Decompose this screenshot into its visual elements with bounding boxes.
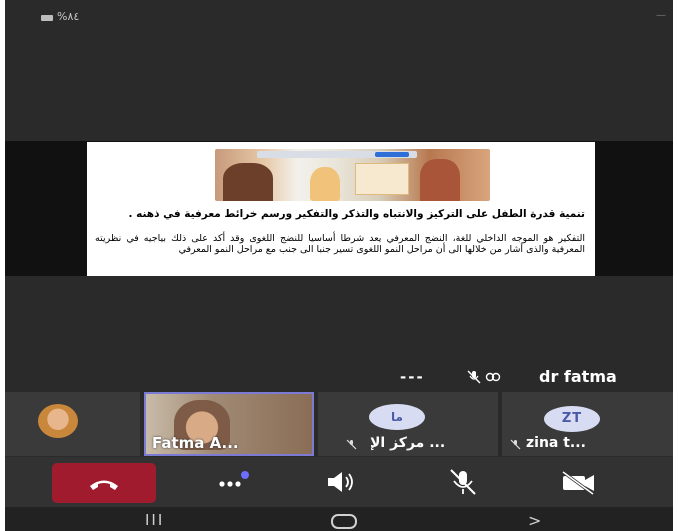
battery-percentage: %٨٤ — [57, 10, 80, 23]
participant-tile[interactable] — [5, 392, 140, 456]
mic-muted-icon — [346, 439, 357, 450]
camera-toggle-button[interactable] — [557, 467, 601, 497]
mic-muted-icon — [510, 439, 521, 450]
participant-initials: ZT — [544, 406, 600, 432]
participant-strip: Fatma A... ما مركز الإ ... ZT zina t... — [5, 392, 673, 456]
mic-muted-icon — [450, 469, 476, 495]
phone-screen: %٨٤ — تنمية قدرة الطفل على التركيز والان… — [5, 0, 673, 531]
recent-apps-button[interactable]: III — [145, 511, 164, 529]
classroom-photo — [215, 149, 490, 201]
participant-tile-video[interactable]: Fatma A... — [144, 392, 314, 456]
status-indicator: — — [656, 10, 666, 21]
speaker-status-dots: --- — [400, 368, 425, 386]
participant-name: Fatma A... — [152, 434, 239, 452]
speaker-button[interactable] — [320, 467, 364, 497]
camera-off-icon — [485, 372, 501, 382]
parent-figure — [420, 159, 460, 201]
more-options-icon — [219, 471, 249, 487]
stop-sharing-button — [375, 152, 409, 157]
participant-tile[interactable]: ما مركز الإ ... — [318, 392, 498, 456]
home-button[interactable] — [331, 514, 357, 529]
slide-title: تنمية قدرة الطفل على التركيز والانتباه و… — [128, 208, 586, 220]
system-nav-bar: III > — [5, 507, 673, 531]
battery-icon — [41, 15, 53, 21]
speaker-volume-icon — [328, 472, 353, 492]
learning-board — [355, 163, 409, 195]
participant-initials: ما — [369, 404, 425, 430]
mute-microphone-button[interactable] — [441, 467, 485, 497]
child-figure — [310, 167, 340, 201]
camera-off-icon — [562, 470, 594, 496]
more-options-button[interactable] — [212, 467, 256, 497]
shared-slide[interactable]: تنمية قدرة الطفل على التركيز والانتباه و… — [87, 142, 595, 276]
back-button[interactable]: > — [528, 511, 541, 530]
participant-tile[interactable]: ZT zina t... — [502, 392, 673, 456]
participant-name: مركز الإ ... — [370, 435, 446, 451]
slide-body-text: التفكير هو الموجه الداخلي للغة، النضج ال… — [95, 233, 585, 255]
call-control-bar — [5, 457, 673, 507]
phone-hangup-icon — [90, 480, 118, 490]
active-speaker-name: dr fatma — [539, 367, 617, 386]
avatar — [38, 404, 78, 438]
end-call-button[interactable] — [52, 463, 156, 503]
status-bar: %٨٤ — — [5, 0, 673, 34]
participant-name: zina t... — [526, 435, 586, 451]
teacher-figure — [223, 163, 273, 201]
mic-muted-icon — [467, 370, 481, 384]
